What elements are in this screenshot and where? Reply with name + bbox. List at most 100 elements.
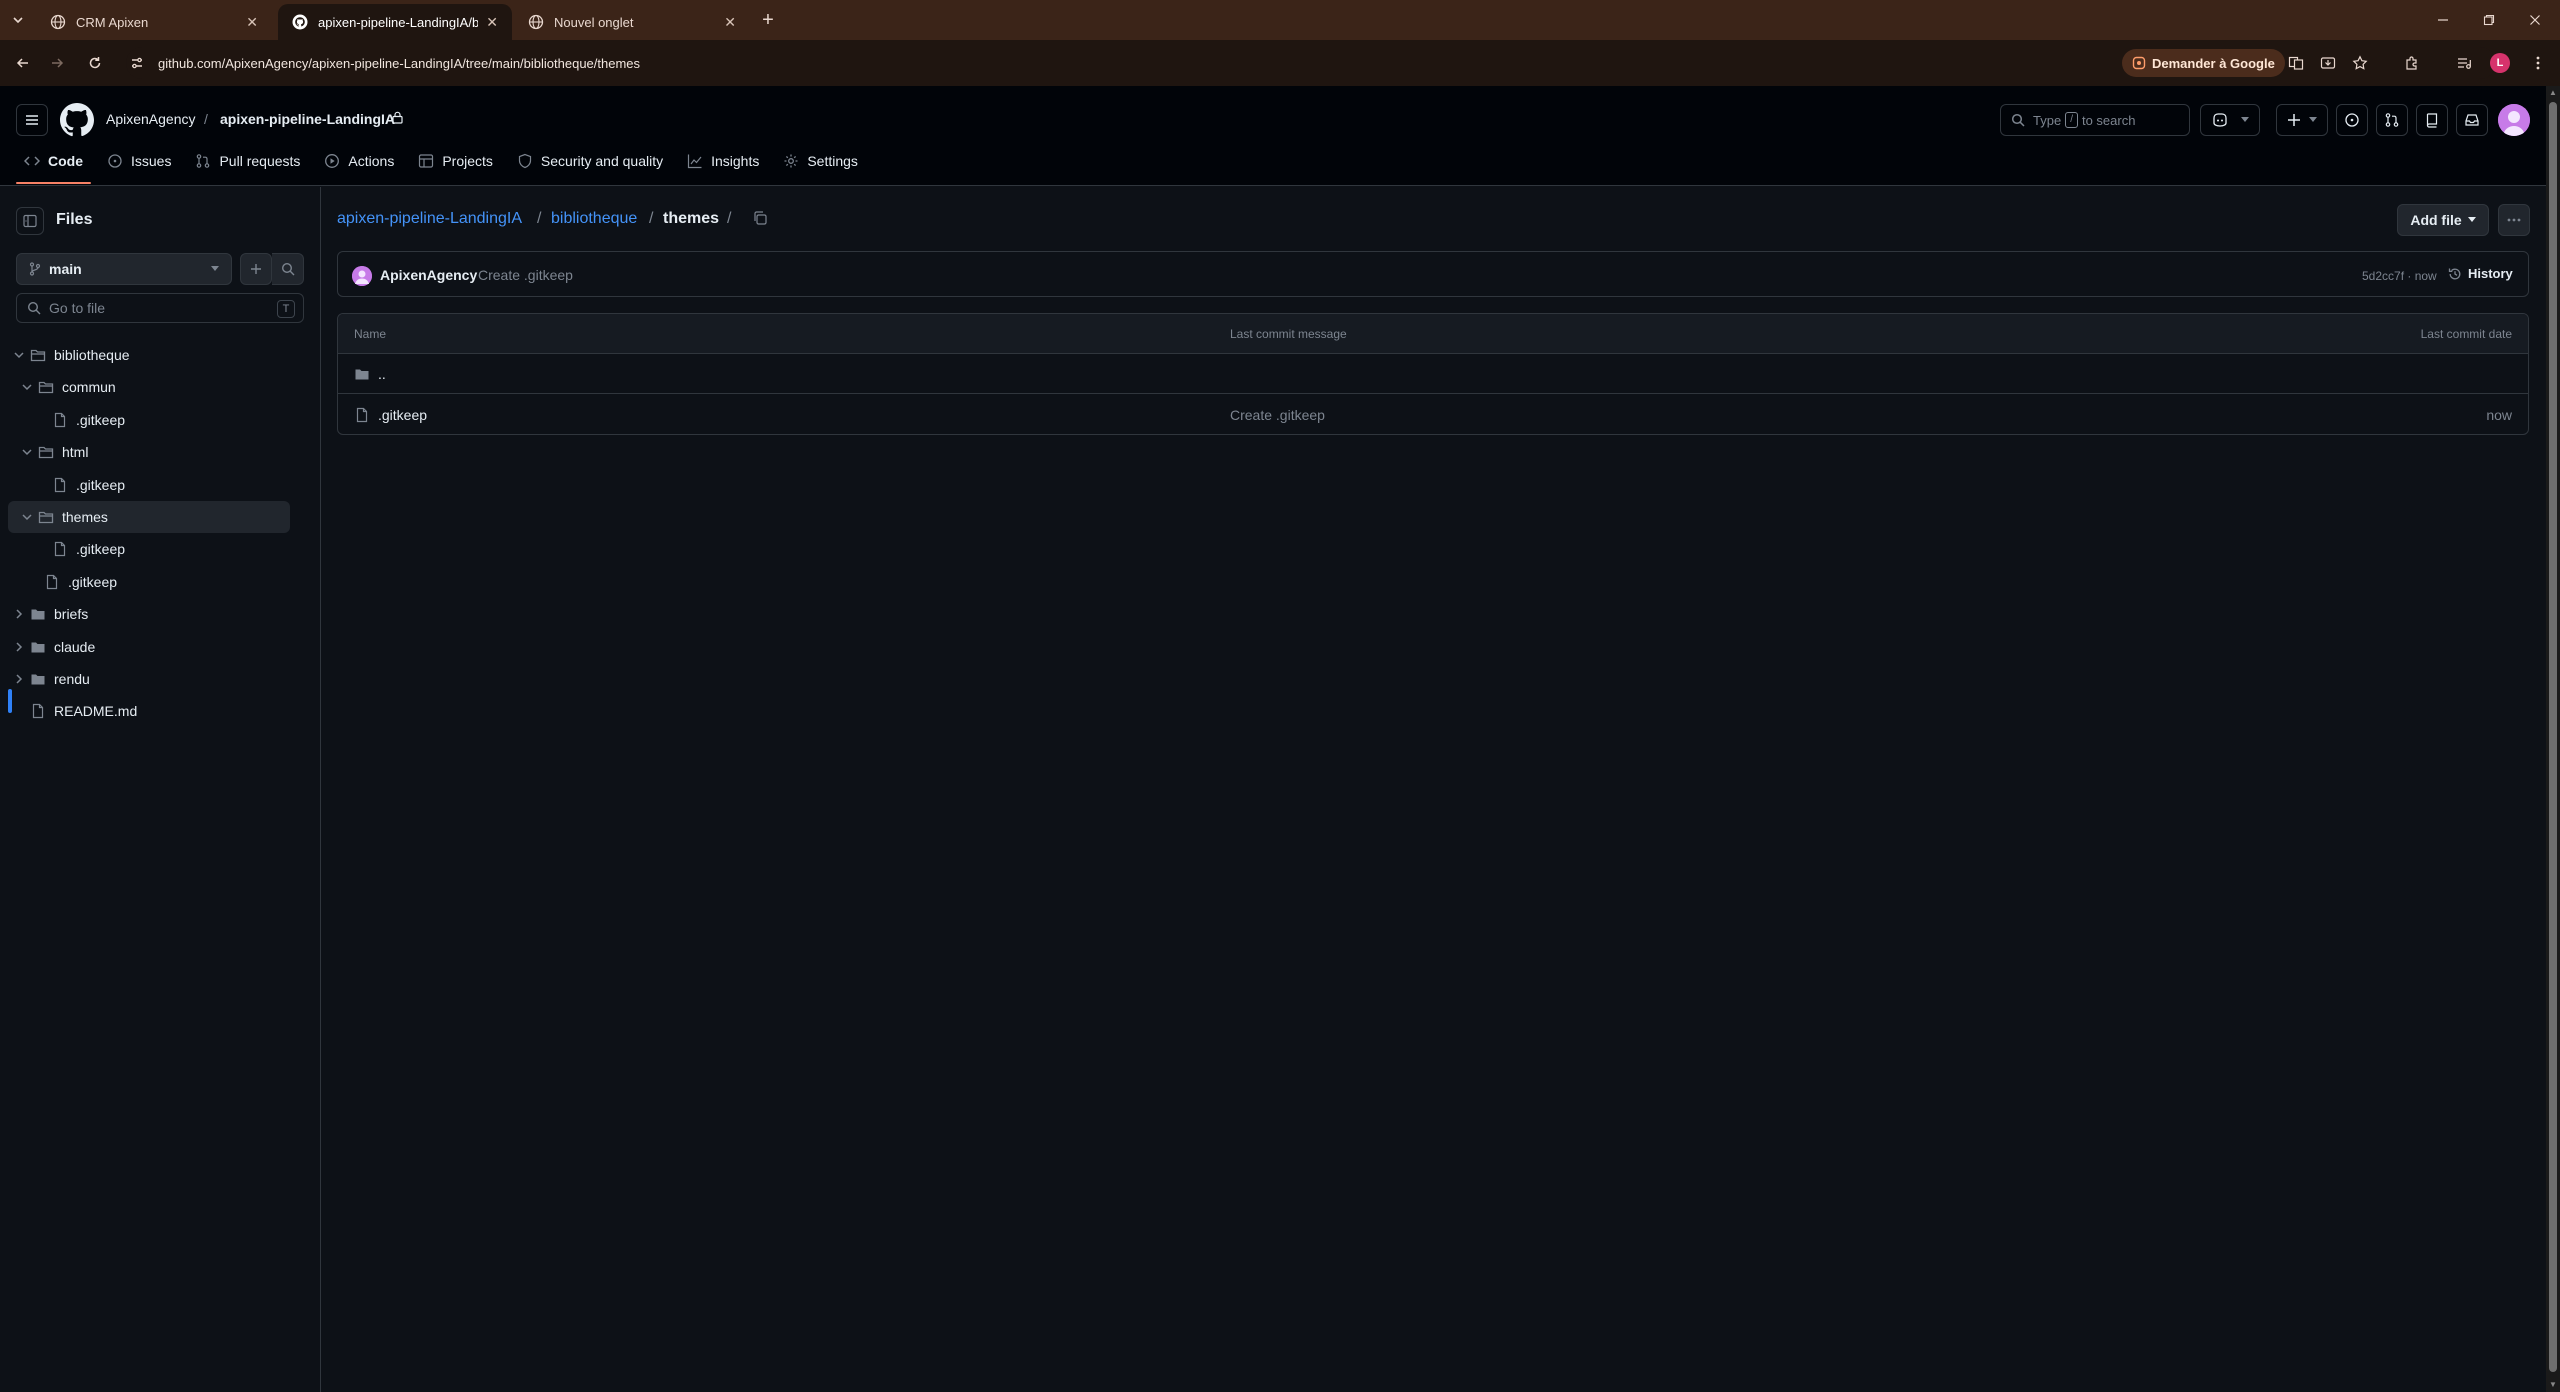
file-name[interactable]: .gitkeep	[378, 407, 427, 423]
profile-avatar[interactable]: L	[2490, 53, 2510, 73]
tree-folder-item[interactable]: claude	[8, 631, 290, 663]
path-folder-link[interactable]: bibliotheque	[551, 210, 637, 228]
tab-actions[interactable]: Actions	[316, 138, 402, 184]
commit-author[interactable]: ApixenAgency	[380, 267, 477, 283]
file-name[interactable]: ..	[378, 366, 386, 382]
tree-file-item[interactable]: .gitkeep	[8, 404, 290, 436]
go-to-file-input[interactable]: Go to file T	[16, 293, 304, 323]
chevron-down-icon[interactable]	[20, 380, 34, 394]
commit-message[interactable]: Create .gitkeep	[478, 267, 573, 283]
tab-insights[interactable]: Insights	[679, 138, 767, 184]
repositories-icon[interactable]	[2416, 104, 2448, 136]
path-separator: /	[649, 210, 654, 227]
folder-icon	[30, 639, 46, 655]
search-icon	[27, 301, 41, 315]
path-repo-link[interactable]: apixen-pipeline-LandingIA	[337, 210, 522, 228]
tab-pull-requests[interactable]: Pull requests	[187, 138, 308, 184]
add-file-plus-button[interactable]	[240, 253, 272, 285]
browser-tab-new[interactable]: Nouvel onglet ✕	[514, 4, 750, 40]
ask-google-button[interactable]: Demander à Google	[2122, 49, 2285, 77]
tree-file-item[interactable]: .gitkeep	[8, 469, 290, 501]
tab-title: apixen-pipeline-LandingIA/bibl	[318, 14, 479, 30]
copy-path-icon[interactable]	[752, 210, 768, 226]
tree-file-item[interactable]: README.md	[8, 695, 290, 727]
scroll-up-icon[interactable]: ▲	[2549, 89, 2557, 97]
tab-settings[interactable]: Settings	[775, 138, 866, 184]
close-tab-icon[interactable]: ✕	[246, 14, 258, 31]
create-new-button[interactable]	[2276, 104, 2328, 136]
search-prefix: Type	[2033, 112, 2062, 128]
history-label: History	[2468, 266, 2513, 281]
restore-icon[interactable]	[2466, 0, 2512, 40]
commit-author-avatar[interactable]	[352, 266, 372, 286]
media-controls-icon[interactable]	[2452, 51, 2476, 75]
search-files-button[interactable]	[272, 253, 304, 285]
extensions-icon[interactable]	[2400, 51, 2424, 75]
tree-file-item[interactable]: .gitkeep	[8, 566, 290, 598]
back-arrow-icon[interactable]	[10, 50, 36, 76]
tree-folder-item[interactable]: bibliotheque	[8, 339, 290, 371]
tab-projects[interactable]: Projects	[410, 138, 501, 184]
forward-arrow-icon[interactable]	[44, 50, 70, 76]
chevron-down-icon[interactable]	[20, 510, 34, 524]
tree-file-item[interactable]: .gitkeep	[8, 533, 290, 565]
tree-folder-item[interactable]: themes	[8, 501, 290, 533]
path-current: themes	[663, 210, 720, 227]
add-file-button[interactable]: Add file	[2397, 204, 2489, 236]
translate-icon[interactable]	[2284, 51, 2308, 75]
chevron-down-icon[interactable]	[12, 348, 26, 362]
close-tab-icon[interactable]: ✕	[724, 14, 736, 31]
lock-icon	[392, 111, 403, 124]
user-avatar[interactable]	[2498, 104, 2530, 136]
scroll-down-icon[interactable]: ▼	[2549, 1381, 2557, 1389]
search-suffix: to search	[2081, 112, 2136, 128]
branch-selector[interactable]: main	[16, 253, 232, 285]
repo-name-link[interactable]: apixen-pipeline-LandingIA	[220, 111, 395, 127]
table-row[interactable]: .gitkeep Create .gitkeep now	[338, 395, 2528, 434]
minimize-icon[interactable]	[2420, 0, 2466, 40]
tab-issues[interactable]: Issues	[99, 138, 179, 184]
chevron-right-icon[interactable]	[12, 640, 26, 654]
site-info-icon[interactable]	[126, 52, 148, 74]
new-tab-button[interactable]: +	[756, 8, 780, 32]
bookmark-star-icon[interactable]	[2348, 51, 2372, 75]
issues-icon[interactable]	[2336, 104, 2368, 136]
search-input[interactable]: Type / to search	[2000, 104, 2190, 136]
more-options-icon[interactable]	[2498, 204, 2530, 236]
inbox-icon[interactable]	[2456, 104, 2488, 136]
github-logo-icon[interactable]	[60, 103, 94, 137]
close-window-icon[interactable]	[2512, 0, 2558, 40]
browser-tab-crm[interactable]: CRM Apixen ✕	[36, 4, 272, 40]
tab-code[interactable]: Code	[16, 138, 91, 184]
sidebar-title: Files	[56, 211, 93, 228]
chevron-right-icon[interactable]	[12, 672, 26, 686]
url-text[interactable]: github.com/ApixenAgency/apixen-pipeline-…	[158, 56, 640, 71]
commit-message-cell[interactable]: Create .gitkeep	[1230, 407, 1325, 423]
install-app-icon[interactable]	[2316, 51, 2340, 75]
table-row-parent[interactable]: ..	[338, 354, 2528, 394]
chevron-down-icon[interactable]	[20, 445, 34, 459]
tab-security[interactable]: Security and quality	[509, 138, 671, 184]
browser-menu-icon[interactable]	[2526, 51, 2550, 75]
reload-icon[interactable]	[82, 50, 108, 76]
scrollbar-thumb[interactable]	[2549, 102, 2557, 1372]
pull-requests-icon[interactable]	[2376, 104, 2408, 136]
history-button[interactable]: History	[2448, 266, 2513, 281]
copilot-button[interactable]	[2200, 104, 2260, 136]
hamburger-menu-icon[interactable]	[16, 104, 48, 136]
commit-meta[interactable]: 5d2cc7f · now	[2362, 269, 2437, 283]
tree-folder-item[interactable]: briefs	[8, 598, 290, 630]
tab-search-chevron-icon[interactable]	[6, 8, 30, 32]
tree-folder-item[interactable]: commun	[8, 371, 290, 403]
plus-icon	[251, 264, 261, 274]
owner-link[interactable]: ApixenAgency	[106, 111, 196, 127]
collapse-sidebar-icon[interactable]	[16, 207, 44, 235]
tree-folder-item[interactable]: rendu	[8, 663, 290, 695]
tree-folder-item[interactable]: html	[8, 436, 290, 468]
browser-tab-github[interactable]: apixen-pipeline-LandingIA/bibl ✕	[278, 4, 512, 40]
chevron-right-icon[interactable]	[12, 607, 26, 621]
globe-icon	[50, 14, 66, 30]
page-scrollbar[interactable]: ▲ ▼	[2546, 86, 2560, 1392]
table-icon	[419, 154, 434, 168]
close-tab-icon[interactable]: ✕	[486, 14, 498, 31]
